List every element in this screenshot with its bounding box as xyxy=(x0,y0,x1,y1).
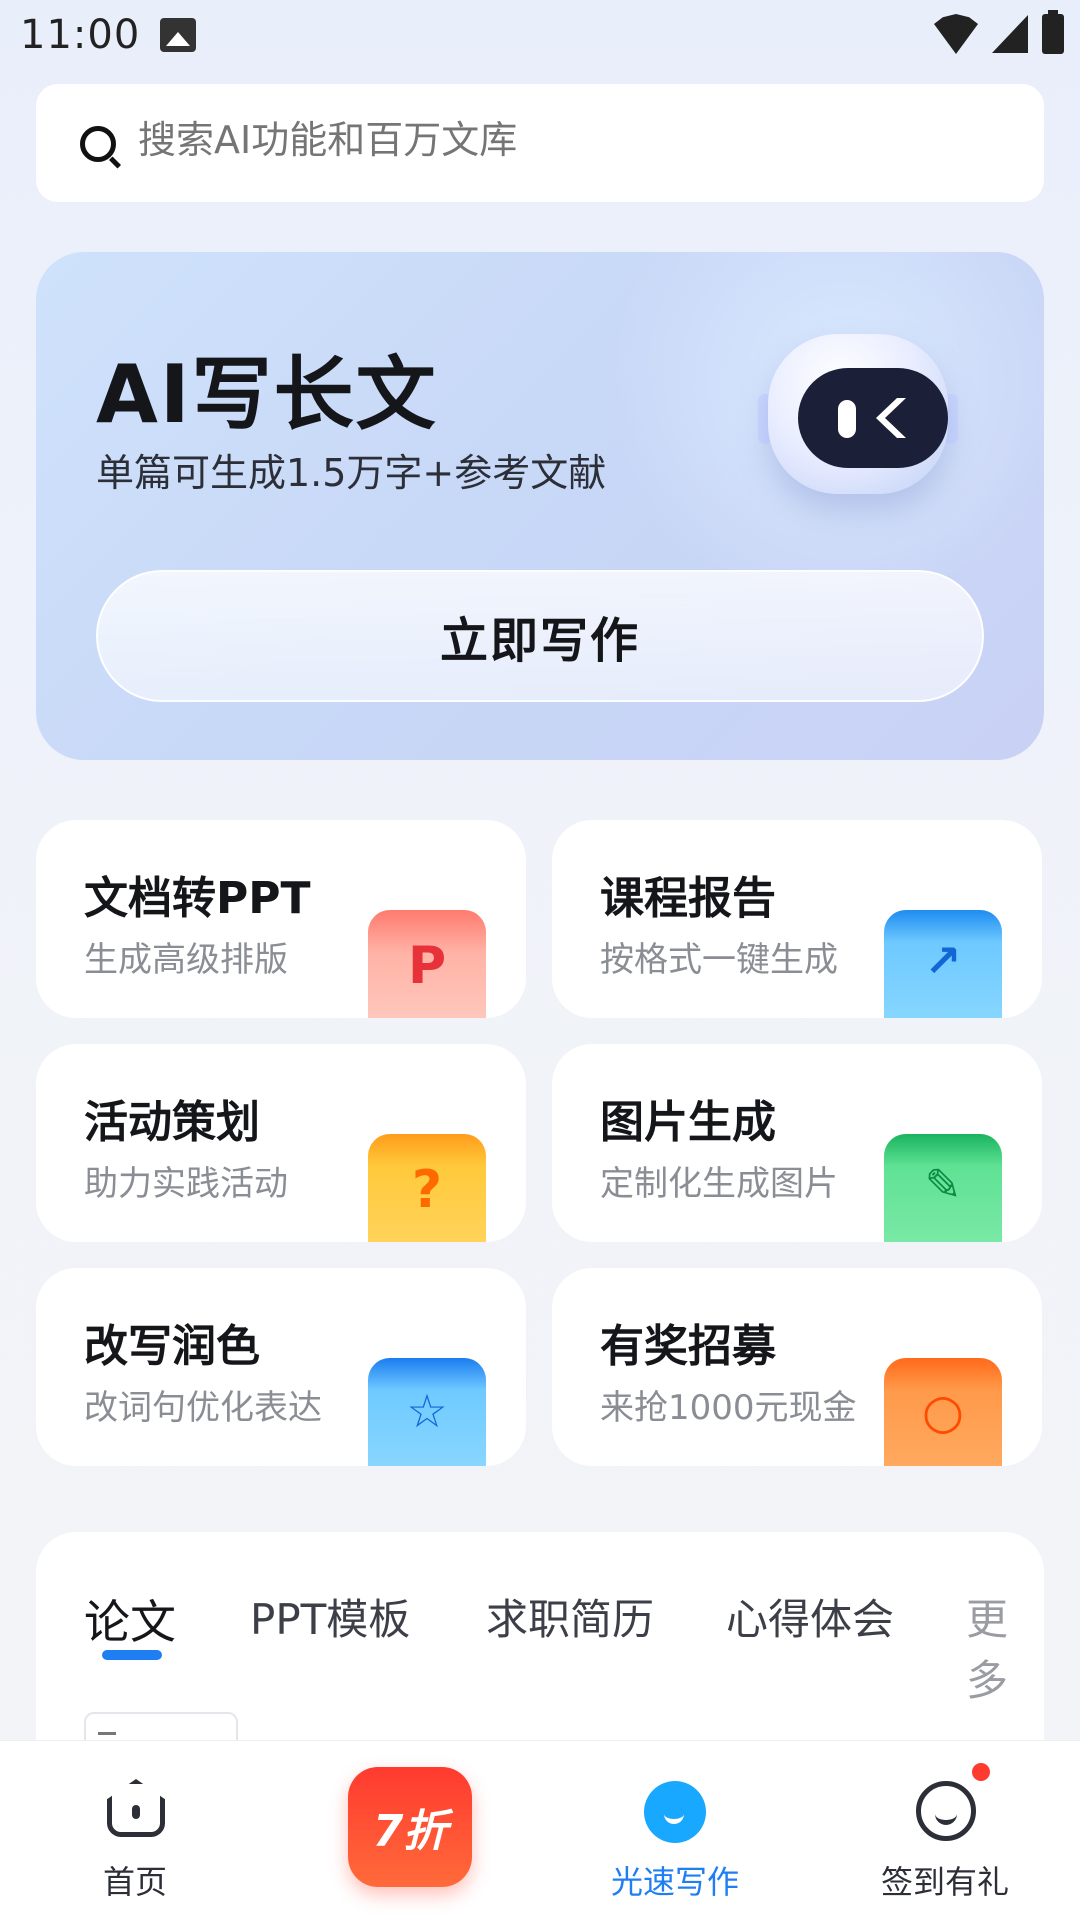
feature-card-doc-to-ppt[interactable]: 文档转PPT 生成高级排版 P xyxy=(36,820,526,1018)
feature-title: 图片生成 xyxy=(600,1097,776,1148)
nav-promo[interactable]: 7折 xyxy=(270,1741,540,1920)
feature-title: 改写润色 xyxy=(84,1321,260,1372)
tab-more[interactable]: 更多 xyxy=(966,1586,1044,1708)
feature-card-course-report[interactable]: 课程报告 按格式一键生成 ↗ xyxy=(552,820,1042,1018)
ppt-icon: P xyxy=(368,910,486,1018)
search-input[interactable] xyxy=(138,118,998,162)
battery-icon xyxy=(1042,10,1064,54)
nav-speed-write[interactable]: 光速写作 xyxy=(540,1741,810,1920)
nav-home-label: 首页 xyxy=(102,1863,167,1901)
notification-dot xyxy=(972,1763,990,1781)
banner-subtitle: 单篇可生成1.5万字+参考文献 xyxy=(96,451,607,495)
feature-title: 课程报告 xyxy=(600,873,776,924)
image-notification-icon xyxy=(160,18,196,52)
feature-title: 有奖招募 xyxy=(600,1321,776,1372)
rewrite-book-icon: ☆ xyxy=(368,1358,486,1466)
feature-subtitle: 生成高级排版 xyxy=(84,940,288,980)
paint-brush-icon: ✎ xyxy=(884,1134,1002,1242)
tab-resume[interactable]: 求职简历 xyxy=(486,1586,654,1647)
feature-card-image-generation[interactable]: 图片生成 定制化生成图片 ✎ xyxy=(552,1044,1042,1242)
feature-card-reward-recruit[interactable]: 有奖招募 来抢1000元现金 ○ xyxy=(552,1268,1042,1466)
discount-badge-icon: 7折 xyxy=(348,1767,472,1887)
feature-subtitle: 定制化生成图片 xyxy=(600,1164,838,1204)
ai-long-article-banner[interactable]: AI写长文 单篇可生成1.5万字+参考文献 立即写作 xyxy=(36,252,1044,760)
feature-title: 活动策划 xyxy=(84,1097,260,1148)
speed-write-icon xyxy=(644,1781,706,1843)
search-icon xyxy=(80,126,116,162)
feature-title: 文档转PPT xyxy=(84,873,311,924)
tab-thesis[interactable]: 论文 xyxy=(84,1586,176,1652)
report-folder-icon: ↗ xyxy=(884,910,1002,1018)
nav-checkin-label: 签到有礼 xyxy=(880,1863,1009,1901)
bottom-navigation: 首页 7折 光速写作 签到有礼 xyxy=(0,1740,1080,1920)
gift-box-icon: ○ xyxy=(884,1358,1002,1466)
feature-subtitle: 助力实践活动 xyxy=(84,1164,288,1204)
feature-subtitle: 来抢1000元现金 xyxy=(600,1388,857,1428)
start-writing-button[interactable]: 立即写作 xyxy=(96,570,984,702)
nav-home[interactable]: 首页 xyxy=(0,1741,270,1920)
plan-book-icon: ? xyxy=(368,1134,486,1242)
banner-title: AI写长文 xyxy=(96,348,438,441)
checkin-icon xyxy=(916,1781,976,1841)
nav-speed-write-label: 光速写作 xyxy=(610,1863,739,1901)
tab-ppt-template[interactable]: PPT模板 xyxy=(250,1586,410,1647)
wifi-icon xyxy=(934,14,978,54)
active-tab-indicator xyxy=(102,1650,162,1660)
tab-reflections[interactable]: 心得体会 xyxy=(726,1586,894,1647)
status-icons xyxy=(934,10,1064,54)
feature-subtitle: 按格式一键生成 xyxy=(600,940,838,980)
status-time: 11:00 xyxy=(20,12,141,58)
feature-card-rewrite-polish[interactable]: 改写润色 改词句优化表达 ☆ xyxy=(36,1268,526,1466)
robot-mascot-icon xyxy=(758,324,958,504)
status-bar: 11:00 xyxy=(0,0,1080,72)
cell-signal-icon xyxy=(992,15,1028,53)
search-bar[interactable] xyxy=(36,84,1044,202)
feature-card-event-planning[interactable]: 活动策划 助力实践活动 ? xyxy=(36,1044,526,1242)
feature-subtitle: 改词句优化表达 xyxy=(84,1388,322,1428)
nav-checkin[interactable]: 签到有礼 xyxy=(810,1741,1080,1920)
